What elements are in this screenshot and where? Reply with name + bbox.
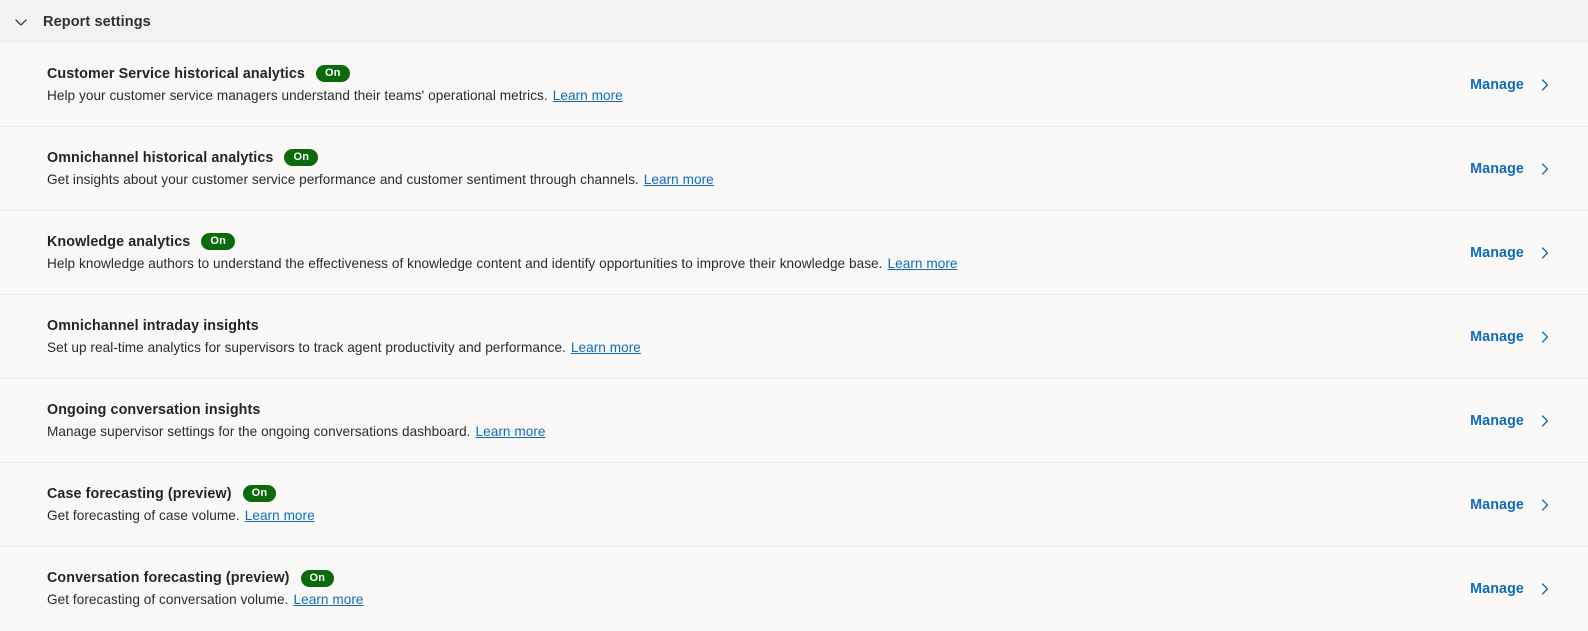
manage-button[interactable]: Manage xyxy=(1470,160,1554,178)
settings-row: Conversation forecasting (preview) On Ge… xyxy=(0,547,1588,631)
learn-more-link[interactable]: Learn more xyxy=(888,256,958,271)
manage-button-label: Manage xyxy=(1470,412,1524,429)
settings-row: Omnichannel intraday insights Set up rea… xyxy=(0,295,1588,379)
row-title-line: Omnichannel historical analytics On xyxy=(47,149,714,167)
row-content: Ongoing conversation insights Manage sup… xyxy=(47,401,546,441)
learn-more-link[interactable]: Learn more xyxy=(644,172,714,187)
manage-button-label: Manage xyxy=(1470,160,1524,177)
learn-more-link[interactable]: Learn more xyxy=(476,424,546,439)
chevron-right-icon xyxy=(1536,328,1554,346)
manage-button[interactable]: Manage xyxy=(1470,496,1554,514)
manage-button[interactable]: Manage xyxy=(1470,244,1554,262)
row-description: Set up real-time analytics for superviso… xyxy=(47,339,566,355)
manage-button[interactable]: Manage xyxy=(1470,76,1554,94)
row-title-line: Omnichannel intraday insights xyxy=(47,317,641,335)
manage-button-label: Manage xyxy=(1470,328,1524,345)
chevron-right-icon xyxy=(1536,244,1554,262)
manage-button-label: Manage xyxy=(1470,581,1524,597)
settings-row: Omnichannel historical analytics On Get … xyxy=(0,127,1588,211)
chevron-right-icon xyxy=(1536,580,1554,598)
manage-button-label: Manage xyxy=(1470,76,1524,93)
row-title: Customer Service historical analytics xyxy=(47,65,305,82)
report-settings-header[interactable]: Report settings xyxy=(0,0,1588,43)
chevron-right-icon xyxy=(1536,76,1554,94)
row-description: Manage supervisor settings for the ongoi… xyxy=(47,423,471,439)
row-title-line: Ongoing conversation insights xyxy=(47,401,546,419)
row-description-line: Get forecasting of case volume. Learn mor… xyxy=(47,506,315,525)
row-title: Omnichannel intraday insights xyxy=(47,317,259,334)
row-description-line: Get forecasting of conversation volume. L… xyxy=(47,590,364,609)
row-description-line: Set up real-time analytics for superviso… xyxy=(47,338,641,357)
learn-more-link[interactable]: Learn more xyxy=(553,88,623,103)
row-title: Omnichannel historical analytics xyxy=(47,149,274,166)
row-content: Omnichannel historical analytics On Get … xyxy=(47,149,714,189)
learn-more-link[interactable]: Learn more xyxy=(245,508,315,523)
status-badge: On xyxy=(284,149,319,166)
row-content: Omnichannel intraday insights Set up rea… xyxy=(47,317,641,357)
manage-button-label: Manage xyxy=(1470,496,1524,513)
chevron-right-icon xyxy=(1536,496,1554,514)
row-content: Case forecasting (preview) On Get foreca… xyxy=(47,485,315,525)
row-title: Case forecasting (preview) xyxy=(47,485,232,502)
row-description: Help knowledge authors to understand the… xyxy=(47,255,883,271)
manage-button[interactable]: Manage xyxy=(1470,328,1554,346)
row-description: Help your customer service managers unde… xyxy=(47,87,548,103)
learn-more-link[interactable]: Learn more xyxy=(293,592,363,607)
row-title-line: Customer Service historical analytics On xyxy=(47,65,623,83)
row-description-line: Get insights about your customer service… xyxy=(47,170,714,189)
learn-more-link[interactable]: Learn more xyxy=(571,340,641,355)
status-badge: On xyxy=(242,485,277,502)
row-description-line: Help knowledge authors to understand the… xyxy=(47,254,958,273)
settings-row: Case forecasting (preview) On Get foreca… xyxy=(0,463,1588,547)
row-title: Conversation forecasting (preview) xyxy=(47,570,290,586)
row-content: Customer Service historical analytics On… xyxy=(47,65,623,105)
status-badge: On xyxy=(315,65,350,82)
row-description: Get insights about your customer service… xyxy=(47,171,639,187)
chevron-down-icon[interactable] xyxy=(8,9,34,35)
row-content: Knowledge analytics On Help knowledge au… xyxy=(47,233,958,273)
row-description-line: Help your customer service managers unde… xyxy=(47,86,623,105)
row-title: Knowledge analytics xyxy=(47,233,191,250)
chevron-right-icon xyxy=(1536,160,1554,178)
manage-button[interactable]: Manage xyxy=(1470,580,1554,598)
row-title: Ongoing conversation insights xyxy=(47,401,261,418)
manage-button[interactable]: Manage xyxy=(1470,412,1554,430)
row-title-line: Conversation forecasting (preview) On xyxy=(47,569,364,587)
status-badge: On xyxy=(300,569,335,587)
settings-row: Customer Service historical analytics On… xyxy=(0,43,1588,127)
report-settings-list: Customer Service historical analytics On… xyxy=(0,43,1588,631)
row-title-line: Case forecasting (preview) On xyxy=(47,485,315,503)
row-content: Conversation forecasting (preview) On Ge… xyxy=(47,569,364,609)
row-title-line: Knowledge analytics On xyxy=(47,233,958,251)
manage-button-label: Manage xyxy=(1470,244,1524,261)
row-description: Get forecasting of conversation volume. xyxy=(47,592,289,607)
settings-row: Knowledge analytics On Help knowledge au… xyxy=(0,211,1588,295)
chevron-right-icon xyxy=(1536,412,1554,430)
row-description-line: Manage supervisor settings for the ongoi… xyxy=(47,422,546,441)
row-description: Get forecasting of case volume. xyxy=(47,507,240,523)
status-badge: On xyxy=(201,233,236,250)
settings-row: Ongoing conversation insights Manage sup… xyxy=(0,379,1588,463)
page-title: Report settings xyxy=(43,13,151,30)
